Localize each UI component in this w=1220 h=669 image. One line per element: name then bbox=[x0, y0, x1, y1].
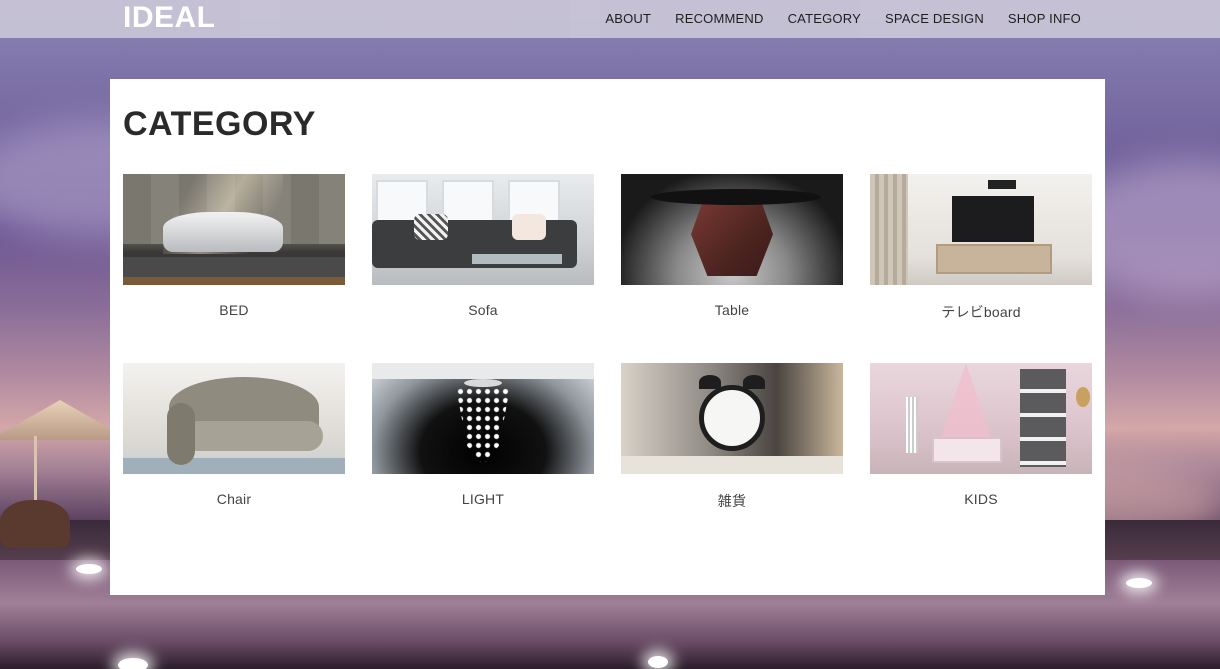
table-photo-top bbox=[651, 189, 821, 205]
light-photo-ceiling bbox=[372, 363, 594, 379]
category-item-table[interactable]: Table bbox=[621, 174, 843, 363]
nav-link-about[interactable]: ABOUT bbox=[605, 11, 651, 26]
lounge-chair bbox=[0, 500, 70, 548]
clock-photo-desk bbox=[621, 456, 843, 474]
category-label: Table bbox=[714, 302, 750, 318]
chair-photo[interactable] bbox=[123, 363, 345, 474]
category-item-kids[interactable]: KIDS bbox=[870, 363, 1092, 552]
category-item-chair[interactable]: Chair bbox=[123, 363, 345, 552]
category-label: 雑貨 bbox=[717, 493, 747, 509]
tv-photo-screen bbox=[952, 196, 1034, 242]
tv-photo-stand bbox=[936, 244, 1052, 274]
tv-photo-frames bbox=[988, 180, 1016, 189]
nav-link-category[interactable]: CATEGORY bbox=[788, 11, 861, 26]
tv-board-photo[interactable] bbox=[870, 174, 1092, 285]
clock-photo-face bbox=[699, 385, 765, 451]
nav-link-recommend[interactable]: RECOMMEND bbox=[675, 11, 763, 26]
chair-photo-floor bbox=[123, 458, 345, 474]
category-label: BED bbox=[219, 302, 249, 318]
kids-photo-shelf bbox=[1020, 369, 1066, 467]
page-title: CATEGORY bbox=[123, 105, 316, 143]
category-item-tv-board[interactable]: テレビboard bbox=[870, 174, 1092, 363]
kids-photo-radiator bbox=[906, 397, 918, 453]
kids-photo-bed bbox=[932, 437, 1002, 463]
top-navigation-bar: IDEAL ABOUT RECOMMEND CATEGORY SPACE DES… bbox=[0, 0, 1220, 38]
pool-light bbox=[118, 658, 148, 669]
table-photo[interactable] bbox=[621, 174, 843, 285]
chandelier-photo[interactable] bbox=[372, 363, 594, 474]
category-grid: BED Sofa Table テレビboard Chair LIGHT 雑貨 K… bbox=[123, 174, 1092, 552]
chair-photo-arm bbox=[167, 403, 195, 465]
sofa-photo-window bbox=[442, 180, 494, 224]
chair-photo-seat bbox=[183, 421, 323, 451]
table-photo-base bbox=[691, 200, 773, 276]
pool-light bbox=[76, 564, 102, 574]
category-panel: CATEGORY BED Sofa Table テレビboard Chair L… bbox=[110, 79, 1105, 595]
alarm-clock-photo[interactable] bbox=[621, 363, 843, 474]
umbrella-pole bbox=[34, 436, 37, 506]
category-item-goods[interactable]: 雑貨 bbox=[621, 363, 843, 552]
category-item-light[interactable]: LIGHT bbox=[372, 363, 594, 552]
kids-room-photo[interactable] bbox=[870, 363, 1092, 474]
sofa-photo-pillow bbox=[512, 214, 546, 240]
category-label: Sofa bbox=[468, 302, 498, 318]
bed-photo[interactable] bbox=[123, 174, 345, 285]
site-logo[interactable]: IDEAL bbox=[123, 1, 216, 35]
pool-light bbox=[1126, 578, 1152, 588]
sofa-photo-pillow bbox=[414, 214, 448, 240]
category-item-sofa[interactable]: Sofa bbox=[372, 174, 594, 363]
category-label: テレビboard bbox=[941, 304, 1021, 320]
nav-link-shop-info[interactable]: SHOP INFO bbox=[1008, 11, 1081, 26]
category-label: Chair bbox=[216, 491, 252, 507]
light-photo-crystals bbox=[456, 387, 510, 465]
category-label: LIGHT bbox=[461, 491, 505, 507]
category-label: KIDS bbox=[964, 491, 998, 507]
clock-photo-bell bbox=[743, 375, 765, 389]
sofa-photo-table bbox=[472, 254, 562, 264]
pool-light bbox=[648, 656, 668, 668]
sofa-photo[interactable] bbox=[372, 174, 594, 285]
bed-photo-floor bbox=[123, 277, 345, 285]
bed-photo-sheet bbox=[163, 212, 283, 252]
light-photo-ring bbox=[464, 379, 502, 387]
category-item-bed[interactable]: BED bbox=[123, 174, 345, 363]
nav-link-space-design[interactable]: SPACE DESIGN bbox=[885, 11, 984, 26]
tv-photo-curtain bbox=[870, 174, 908, 285]
main-nav: ABOUT RECOMMEND CATEGORY SPACE DESIGN SH… bbox=[605, 11, 1081, 26]
kids-photo-decor bbox=[1076, 387, 1090, 407]
